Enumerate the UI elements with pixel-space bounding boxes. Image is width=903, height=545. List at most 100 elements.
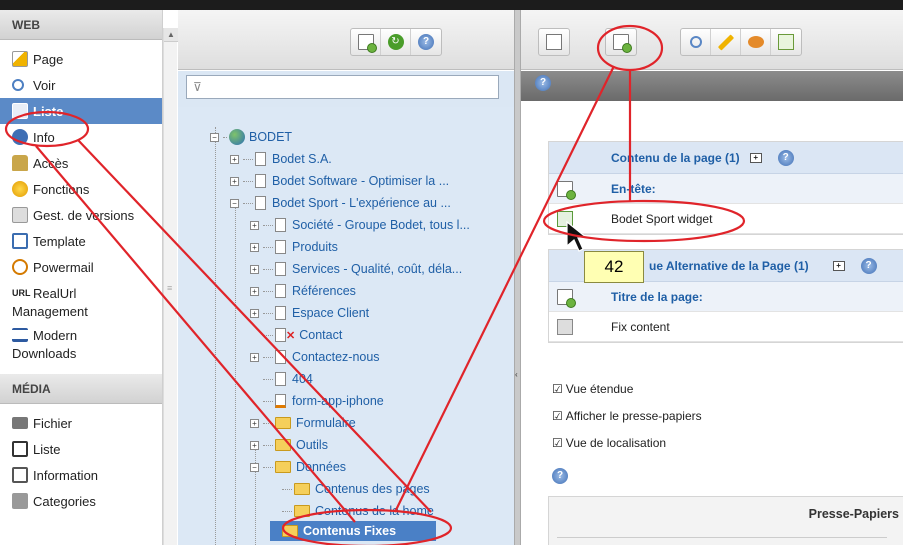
module-modern-downloads[interactable]: Modern Downloads — [0, 322, 162, 364]
new-record-icon — [613, 34, 632, 53]
module-acces[interactable]: Accès — [0, 150, 162, 176]
collapse-arrow-icon[interactable]: ‹ — [515, 370, 520, 379]
tree-toolbar: ↻ ? — [178, 10, 514, 70]
view-options: ☑ Vue étendue ☑ Afficher le presse-papiers… — [552, 375, 702, 456]
filter-icon: ⊽ — [193, 80, 202, 94]
module-menu-scrollbar[interactable]: ▲ ≡ — [163, 28, 178, 545]
module-voir[interactable]: Voir — [0, 72, 162, 98]
module-fonctions[interactable]: Fonctions — [0, 176, 162, 202]
versions-icon — [12, 207, 28, 223]
page-tree-panel: ⊽ − BODET + Bodet S.A. + Bodet Software - O… — [178, 71, 514, 545]
page-link-icon — [275, 328, 286, 342]
option-show-clipboard[interactable]: ☑ Afficher le presse-papiers — [552, 402, 702, 429]
page-icon — [275, 306, 286, 320]
folder-icon — [275, 461, 291, 473]
reload-button[interactable] — [771, 29, 801, 55]
module-liste[interactable]: Liste — [0, 98, 162, 124]
page-icon — [275, 262, 286, 276]
tree-node[interactable]: 404 — [263, 369, 313, 389]
content-toolbar — [521, 10, 903, 70]
expand-icon[interactable]: + — [749, 152, 762, 163]
new-record-icon[interactable] — [557, 289, 576, 308]
page-icon — [275, 350, 286, 364]
scroll-up-icon[interactable]: ▲ — [164, 28, 178, 42]
option-localization-view[interactable]: ☑ Vue de localisation — [552, 429, 702, 456]
panel-resizer[interactable]: ‹ — [514, 10, 521, 545]
export-group — [538, 28, 570, 56]
tree-filter-input[interactable]: ⊽ — [186, 75, 499, 99]
checkbox-checked-icon[interactable]: ☑ — [552, 382, 563, 396]
folder-icon — [294, 483, 310, 495]
checkbox-checked-icon[interactable]: ☑ — [552, 436, 563, 450]
clipboard-panel: Presse-Papiers — [548, 496, 903, 545]
powermail-icon — [12, 259, 28, 275]
record-row[interactable]: Fix content — [549, 312, 903, 342]
help-icon[interactable]: ? — [535, 75, 551, 91]
tree-node[interactable]: + Espace Client — [250, 303, 369, 323]
module-page[interactable]: Page — [0, 46, 162, 72]
template-icon — [12, 233, 28, 249]
tree-node-selected[interactable]: Contenus Fixes — [270, 521, 437, 541]
tree-node[interactable]: Contenus de la home — [282, 501, 434, 521]
tree-node[interactable]: + Société - Groupe Bodet, tous l... — [250, 215, 470, 235]
tree-node-root[interactable]: − BODET — [210, 127, 292, 147]
edit-button[interactable] — [711, 29, 741, 55]
help-icon[interactable]: ? — [777, 149, 794, 166]
content-area: ? Contenu de la page (1) + ? En-tête: Bo… — [521, 71, 903, 545]
tree-node[interactable]: + Contactez-nous — [250, 347, 380, 367]
list-icon — [12, 441, 28, 457]
new-record-button[interactable] — [606, 29, 636, 55]
tree-node[interactable]: ✕ Contact — [263, 325, 342, 345]
page-icon — [275, 284, 286, 298]
module-info[interactable]: Info — [0, 124, 162, 150]
module-media-liste[interactable]: Liste — [0, 436, 162, 462]
help-icon[interactable]: ? — [552, 468, 568, 484]
tree-node[interactable]: + Produits — [250, 237, 338, 257]
module-information[interactable]: Information — [0, 462, 162, 488]
folder-icon — [275, 439, 291, 451]
tree-node[interactable]: + Bodet Software - Optimiser la ... — [230, 171, 449, 191]
folder-icon — [282, 525, 298, 537]
help-icon: ? — [418, 34, 434, 50]
folder-icon — [12, 417, 28, 429]
page-icon — [255, 174, 266, 188]
new-page-button[interactable] — [351, 29, 381, 55]
tree-node[interactable]: form-app-iphone — [263, 391, 384, 411]
content-header-bar: ? — [521, 71, 903, 101]
new-record-icon[interactable] — [557, 181, 576, 200]
export-button[interactable] — [539, 29, 569, 55]
page-icon — [275, 372, 286, 386]
refresh-tree-button[interactable]: ↻ — [381, 29, 411, 55]
tree-node[interactable]: − Données — [250, 457, 346, 477]
module-template[interactable]: Template — [0, 228, 162, 254]
page-icon — [275, 240, 286, 254]
module-fichier[interactable]: Fichier — [0, 410, 162, 436]
tree-node[interactable]: Contenus des pages — [282, 479, 430, 499]
module-powermail[interactable]: Powermail — [0, 254, 162, 280]
record-row[interactable]: Bodet Sport widget — [549, 204, 903, 234]
module-realurl[interactable]: URL RealUrl Management — [0, 280, 162, 322]
tree-help-button[interactable]: ? — [411, 29, 441, 55]
tree-node[interactable]: + Outils — [250, 435, 328, 455]
module-versions[interactable]: Gest. de versions — [0, 202, 162, 228]
content-button-group — [680, 28, 802, 56]
list-icon — [12, 103, 28, 119]
preview-button[interactable] — [741, 29, 771, 55]
tree-node[interactable]: − Bodet Sport - L'expérience au ... — [230, 193, 451, 213]
tree-node[interactable]: + Formulaire — [250, 413, 356, 433]
web-section-header: WEB — [0, 10, 162, 40]
tree-node[interactable]: + Services - Qualité, coût, déla... — [250, 259, 462, 279]
downloads-icon — [12, 328, 28, 342]
panel-subheader: Titre de la page: — [549, 282, 903, 312]
option-extended-view[interactable]: ☑ Vue étendue — [552, 375, 702, 402]
checkbox-checked-icon[interactable]: ☑ — [552, 409, 563, 423]
tree-node[interactable]: + Bodet S.A. — [230, 149, 332, 169]
expand-icon[interactable]: + — [832, 260, 845, 271]
clipboard-row — [557, 537, 887, 545]
page-tree: − BODET + Bodet S.A. + Bodet Software - Opt… — [178, 107, 514, 545]
search-button[interactable] — [681, 29, 711, 55]
help-icon[interactable]: ? — [860, 257, 877, 274]
realurl-icon: URL — [12, 288, 31, 298]
module-categories[interactable]: Categories — [0, 488, 162, 514]
tree-node[interactable]: + Références — [250, 281, 356, 301]
